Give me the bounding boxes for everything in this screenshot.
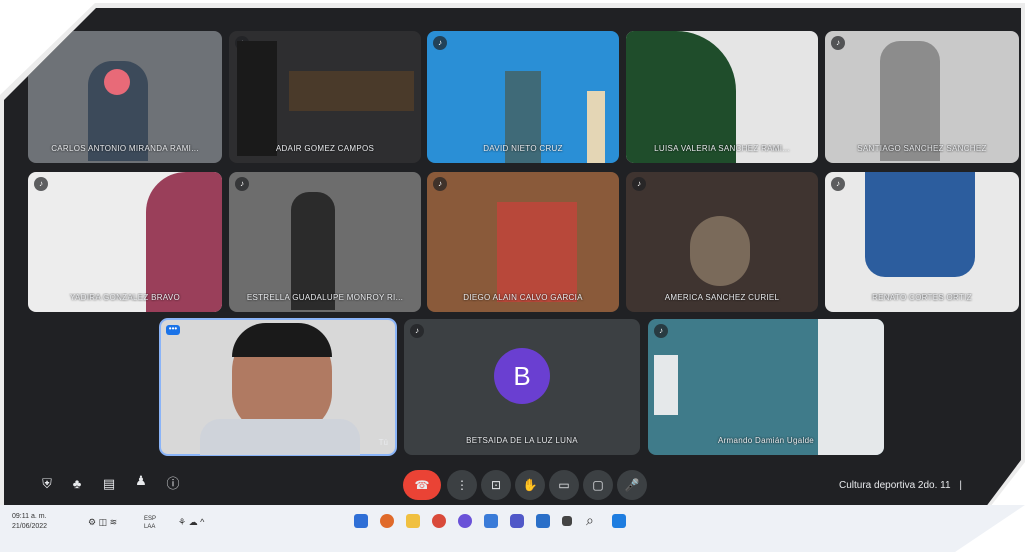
self-label: Tú xyxy=(378,438,388,447)
meet-window: ♪ CARLOS ANTONIO MIRANDA RAMI... ♪ ADAIR… xyxy=(4,8,1021,548)
bag xyxy=(654,355,678,415)
file-explorer-icon[interactable] xyxy=(406,514,420,528)
time: 09:11 a. m. xyxy=(12,513,47,520)
store-icon[interactable] xyxy=(484,514,498,528)
participant-tile[interactable]: ♪ LUISA VALERIA SANCHEZ RAMI... xyxy=(626,31,818,163)
jacket xyxy=(200,419,360,455)
hangup-icon: ☎ xyxy=(414,478,430,492)
shield-icon[interactable]: ⛨ xyxy=(38,475,56,493)
participant-name: DIEGO ALAIN CALVO GARCIA xyxy=(463,293,583,302)
mic-muted-icon: ♪ xyxy=(433,177,447,191)
meeting-name-text: Cultura deportiva 2do. 11 xyxy=(839,480,951,491)
search-icon[interactable]: ⌕ xyxy=(586,512,594,529)
raise-hand-icon: ✋ xyxy=(522,478,538,492)
windows-icon[interactable] xyxy=(612,514,626,528)
participant-name: YADIRA GONZALEZ BRAVO xyxy=(69,293,181,302)
mic-icon: 🎤 xyxy=(624,478,640,492)
participant-name: BETSAIDA DE LA LUZ LUNA xyxy=(466,436,578,445)
dark-object xyxy=(237,41,277,156)
person-figure xyxy=(690,216,750,286)
meeting-name: Cultura deportiva 2do. 11 | xyxy=(839,480,962,491)
person-figure xyxy=(146,172,222,312)
more-options-icon[interactable]: ••• xyxy=(166,325,180,335)
mic-muted-icon: ♪ xyxy=(34,177,48,191)
participant-tile[interactable]: ♪ CARLOS ANTONIO MIRANDA RAMI... xyxy=(28,31,222,163)
mic-muted-icon: ♪ xyxy=(654,324,668,338)
system-tray-icons[interactable]: ⚙ ◫ ≋ xyxy=(88,517,117,528)
task-view-icon[interactable] xyxy=(562,516,572,526)
captions-icon: ▭ xyxy=(558,478,570,492)
participant-name: ADAIR GOMEZ CAMPOS xyxy=(275,144,375,153)
mic-muted-icon: ♪ xyxy=(831,177,845,191)
mic-muted-icon: ♪ xyxy=(34,36,48,50)
activities-icon[interactable]: ♟ xyxy=(132,472,150,490)
chat-icon[interactable]: ▤ xyxy=(100,475,118,493)
mic-muted-icon: ♪ xyxy=(410,324,424,338)
more-button[interactable]: ⋮ xyxy=(447,470,477,500)
participant-tile[interactable]: ♪ ADAIR GOMEZ CAMPOS xyxy=(229,31,421,163)
mic-muted-icon: ♪ xyxy=(235,177,249,191)
hair xyxy=(232,323,332,357)
people-icon[interactable]: ♣ xyxy=(68,475,86,493)
participant-name: Armando Damián Ugalde xyxy=(717,436,815,445)
participant-tile[interactable]: ♪ DAVID NIETO CRUZ xyxy=(427,31,619,163)
participant-tile[interactable]: ♪ Armando Damián Ugalde xyxy=(648,319,884,455)
captions-button[interactable]: ▭ xyxy=(549,470,579,500)
app-icon-circle[interactable] xyxy=(458,514,472,528)
participant-tile[interactable]: ♪ B BETSAIDA DE LA LUZ LUNA xyxy=(404,319,640,455)
hangup-button[interactable]: ☎ xyxy=(403,470,441,500)
wall xyxy=(818,319,884,455)
bed-frame xyxy=(289,71,414,111)
participant-tile[interactable]: ♪ ESTRELLA GUADALUPE MONROY RI... xyxy=(229,172,421,312)
clock[interactable]: 09:11 a. m. 21/06/2022 xyxy=(12,512,56,532)
divider: | xyxy=(959,480,962,491)
camera-button[interactable]: ▢ xyxy=(583,470,613,500)
language-indicator[interactable]: ESP LAA xyxy=(144,515,168,531)
app-icon-blue[interactable] xyxy=(354,514,368,528)
present-icon: ⊡ xyxy=(490,478,502,492)
participant-name: SANTIAGO SANCHEZ SANCHEZ xyxy=(857,144,987,153)
ball xyxy=(104,69,130,95)
participant-tile[interactable]: ♪ RENATO CORTES ORTIZ xyxy=(825,172,1019,312)
participant-name: CARLOS ANTONIO MIRANDA RAMI... xyxy=(51,144,199,153)
participant-name: ESTRELLA GUADALUPE MONROY RI... xyxy=(246,293,404,302)
widgets-icon[interactable] xyxy=(536,514,550,528)
person-figure xyxy=(865,172,975,277)
camera-icon: ▢ xyxy=(592,478,604,492)
info-icon[interactable]: ⓘ xyxy=(164,475,182,493)
participant-name: DAVID NIETO CRUZ xyxy=(483,144,563,153)
raise-hand-button[interactable]: ✋ xyxy=(515,470,545,500)
tray-overflow[interactable]: ⚘ ☁ ^ xyxy=(178,517,204,528)
app-icon-multicolor[interactable] xyxy=(380,514,394,528)
participant-tile[interactable]: ♪ DIEGO ALAIN CALVO GARCIA xyxy=(427,172,619,312)
mic-button[interactable]: 🎤 xyxy=(617,470,647,500)
avatar: B xyxy=(494,348,550,405)
mic-muted-icon: ♪ xyxy=(433,36,447,50)
self-video-tile[interactable]: ••• Tú xyxy=(159,318,397,456)
participant-tile[interactable]: ♪ AMERICA SANCHEZ CURIEL xyxy=(626,172,818,312)
participant-name: AMERICA SANCHEZ CURIEL xyxy=(664,293,780,302)
date: 21/06/2022 xyxy=(12,523,48,530)
mic-muted-icon: ♪ xyxy=(831,36,845,50)
participant-tile[interactable]: ♪ SANTIAGO SANCHEZ SANCHEZ xyxy=(825,31,1019,163)
participant-name: RENATO CORTES ORTIZ xyxy=(872,293,972,302)
chrome-icon[interactable] xyxy=(432,514,446,528)
participant-name: LUISA VALERIA SANCHEZ RAMI... xyxy=(654,144,790,153)
mic-muted-icon: ♪ xyxy=(632,177,646,191)
chat-app-icon[interactable] xyxy=(510,514,524,528)
more-icon: ⋮ xyxy=(456,478,468,492)
person-figure xyxy=(880,41,940,161)
curtain xyxy=(497,202,577,302)
participant-tile[interactable]: ♪ YADIRA GONZALEZ BRAVO xyxy=(28,172,222,312)
present-button[interactable]: ⊡ xyxy=(481,470,511,500)
